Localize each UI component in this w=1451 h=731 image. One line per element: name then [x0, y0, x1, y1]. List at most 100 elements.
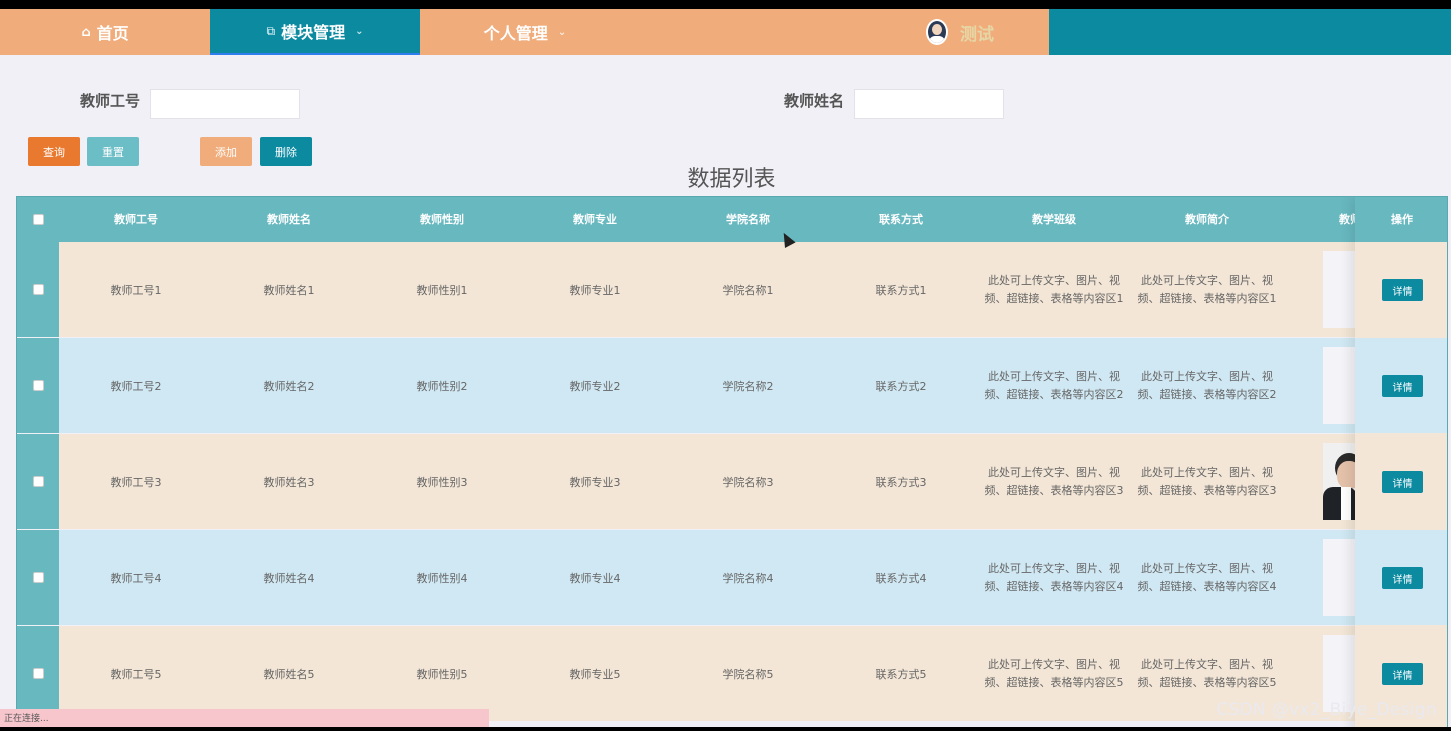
cell-teacher-gender: 教师性别3 [416, 475, 468, 489]
cell-teacher-name: 教师姓名4 [263, 571, 315, 585]
header-operation: 操作 [1355, 197, 1447, 242]
cell-teaching-class-line2: 频、超链接、表格等内容区1 [984, 291, 1124, 305]
cell-teaching-class: 此处可上传文字、图片、视 频、超链接、表格等内容区3 [979, 434, 1129, 529]
cell-teacher-intro: 此处可上传文字、图片、视 频、超链接、表格等内容区4 [1132, 530, 1282, 625]
table-row: 教师工号2 教师姓名2 教师性别2 教师专业2 学院名称2 联系方式2 此处可上… [17, 338, 1447, 433]
cell-teaching-class: 此处可上传文字、图片、视 频、超链接、表格等内容区2 [979, 338, 1129, 433]
cell-teacher-major: 教师专业2 [569, 379, 621, 393]
cell-teaching-class: 此处可上传文字、图片、视 频、超链接、表格等内容区4 [979, 530, 1129, 625]
cell-teacher-intro-line2: 频、超链接、表格等内容区4 [1137, 579, 1277, 593]
cell-teacher-name: 教师姓名2 [263, 379, 315, 393]
row-checkbox[interactable] [33, 572, 44, 583]
header-contact: 联系方式 [879, 213, 923, 226]
cell-contact: 联系方式1 [875, 283, 927, 297]
cell-teacher-major: 教师专业5 [569, 667, 621, 681]
cell-teacher-gender: 教师性别4 [416, 571, 468, 585]
detail-button[interactable]: 详情 [1382, 471, 1423, 493]
nav-home[interactable]: ⌂ 首页 [0, 9, 210, 55]
cell-teacher-id: 教师工号4 [110, 571, 162, 585]
cell-teacher-name: 教师姓名5 [263, 667, 315, 681]
select-all-checkbox[interactable] [33, 214, 44, 225]
cell-teaching-class-line1: 此处可上传文字、图片、视 [988, 369, 1120, 383]
cell-teacher-intro: 此处可上传文字、图片、视 频、超链接、表格等内容区2 [1132, 338, 1282, 433]
data-table: 教师工号 教师姓名 教师性别 教师专业 学院名称 联系方式 教学班级 教师简介 … [16, 196, 1448, 727]
header-teacher-name: 教师姓名 [267, 213, 311, 226]
cell-teacher-intro-line1: 此处可上传文字、图片、视 [1141, 273, 1273, 287]
row-checkbox[interactable] [33, 668, 44, 679]
cell-college-name: 学院名称1 [722, 283, 774, 297]
operation-cell: 详情 [1355, 338, 1447, 433]
teacher-photo [1323, 539, 1357, 616]
avatar [926, 19, 948, 45]
cell-teaching-class: 此处可上传文字、图片、视 频、超链接、表格等内容区1 [979, 242, 1129, 337]
watermark: CSDN @vx2_Biye_Design [1216, 700, 1437, 720]
cell-teacher-intro: 此处可上传文字、图片、视 频、超链接、表格等内容区3 [1132, 434, 1282, 529]
cell-contact: 联系方式3 [875, 475, 927, 489]
row-check-cell [17, 626, 59, 721]
header-teacher-gender: 教师性别 [420, 213, 464, 226]
row-check-cell [17, 242, 59, 337]
row-checkbox[interactable] [33, 284, 44, 295]
cell-teacher-id: 教师工号5 [110, 667, 162, 681]
operation-cell: 详情 [1355, 530, 1447, 625]
cell-teacher-intro-line2: 频、超链接、表格等内容区2 [1137, 387, 1277, 401]
cell-teacher-gender: 教师性别1 [416, 283, 468, 297]
cell-teaching-class-line1: 此处可上传文字、图片、视 [988, 657, 1120, 671]
cell-teacher-intro: 此处可上传文字、图片、视 频、超链接、表格等内容区1 [1132, 242, 1282, 337]
detail-button[interactable]: 详情 [1382, 279, 1423, 301]
row-checkbox[interactable] [33, 380, 44, 391]
nav-module-management[interactable]: ⧉ 模块管理 ⌄ [210, 9, 420, 55]
top-nav: ⌂ 首页 ⧉ 模块管理 ⌄ 个人管理 ⌄ 测试 [0, 9, 1451, 55]
cell-teaching-class-line2: 频、超链接、表格等内容区3 [984, 483, 1124, 497]
detail-button[interactable]: 详情 [1382, 375, 1423, 397]
teacher-photo [1323, 347, 1357, 424]
app-viewport: ⌂ 首页 ⧉ 模块管理 ⌄ 个人管理 ⌄ 测试 教师工号 教师姓名 查询 重置 … [0, 9, 1451, 727]
cell-contact: 联系方式2 [875, 379, 927, 393]
nav-username: 测试 [960, 24, 994, 45]
list-title: 数据列表 [687, 167, 776, 192]
detail-button[interactable]: 详情 [1382, 567, 1423, 589]
nav-personal-management[interactable]: 个人管理 ⌄ [420, 9, 630, 55]
cell-teacher-name: 教师姓名1 [263, 283, 315, 297]
cell-contact: 联系方式4 [875, 571, 927, 585]
home-icon: ⌂ [81, 24, 91, 40]
chevron-down-icon: ⌄ [557, 26, 567, 38]
row-check-cell [17, 338, 59, 433]
cell-teacher-name: 教师姓名3 [263, 475, 315, 489]
cell-teacher-gender: 教师性别2 [416, 379, 468, 393]
operation-cell: 详情 [1355, 242, 1447, 337]
photo-suit [1323, 487, 1357, 520]
row-check-cell [17, 434, 59, 529]
cell-teaching-class-line2: 频、超链接、表格等内容区5 [984, 675, 1124, 689]
chevron-down-icon: ⌄ [355, 25, 364, 37]
cell-college-name: 学院名称5 [722, 667, 774, 681]
cell-teaching-class-line2: 频、超链接、表格等内容区4 [984, 579, 1124, 593]
row-checkbox[interactable] [33, 476, 44, 487]
cell-teacher-id: 教师工号2 [110, 379, 162, 393]
cell-teaching-class-line1: 此处可上传文字、图片、视 [988, 561, 1120, 575]
cell-teacher-major: 教师专业1 [569, 283, 621, 297]
row-check-cell [17, 530, 59, 625]
teacher-photo [1323, 251, 1357, 328]
operation-column: 操作 详情 详情 详情 详情 详情 [1355, 197, 1447, 727]
teacher-id-label: 教师工号 [80, 92, 141, 110]
cell-teacher-intro-line2: 频、超链接、表格等内容区5 [1137, 675, 1277, 689]
nav-home-label: 首页 [96, 24, 129, 43]
header-teacher-major: 教师专业 [573, 213, 617, 226]
cell-teacher-gender: 教师性别5 [416, 667, 468, 681]
cell-teacher-intro-line2: 频、超链接、表格等内容区1 [1137, 291, 1277, 305]
cell-teacher-intro-line1: 此处可上传文字、图片、视 [1141, 369, 1273, 383]
teacher-id-input[interactable] [150, 89, 300, 119]
cell-teacher-major: 教师专业3 [569, 475, 621, 489]
teacher-name-label: 教师姓名 [784, 92, 845, 110]
table-row: 教师工号1 教师姓名1 教师性别1 教师专业1 学院名称1 联系方式1 此处可上… [17, 242, 1447, 337]
cell-teacher-id: 教师工号1 [110, 283, 162, 297]
nav-module-label: 模块管理 [281, 23, 346, 42]
cell-contact: 联系方式5 [875, 667, 927, 681]
nav-user[interactable]: 测试 [630, 9, 1049, 55]
cell-college-name: 学院名称2 [722, 379, 774, 393]
detail-button[interactable]: 详情 [1382, 663, 1423, 685]
teacher-name-input[interactable] [854, 89, 1004, 119]
photo-shirt [1341, 487, 1351, 520]
cell-teaching-class: 此处可上传文字、图片、视 频、超链接、表格等内容区5 [979, 626, 1129, 721]
